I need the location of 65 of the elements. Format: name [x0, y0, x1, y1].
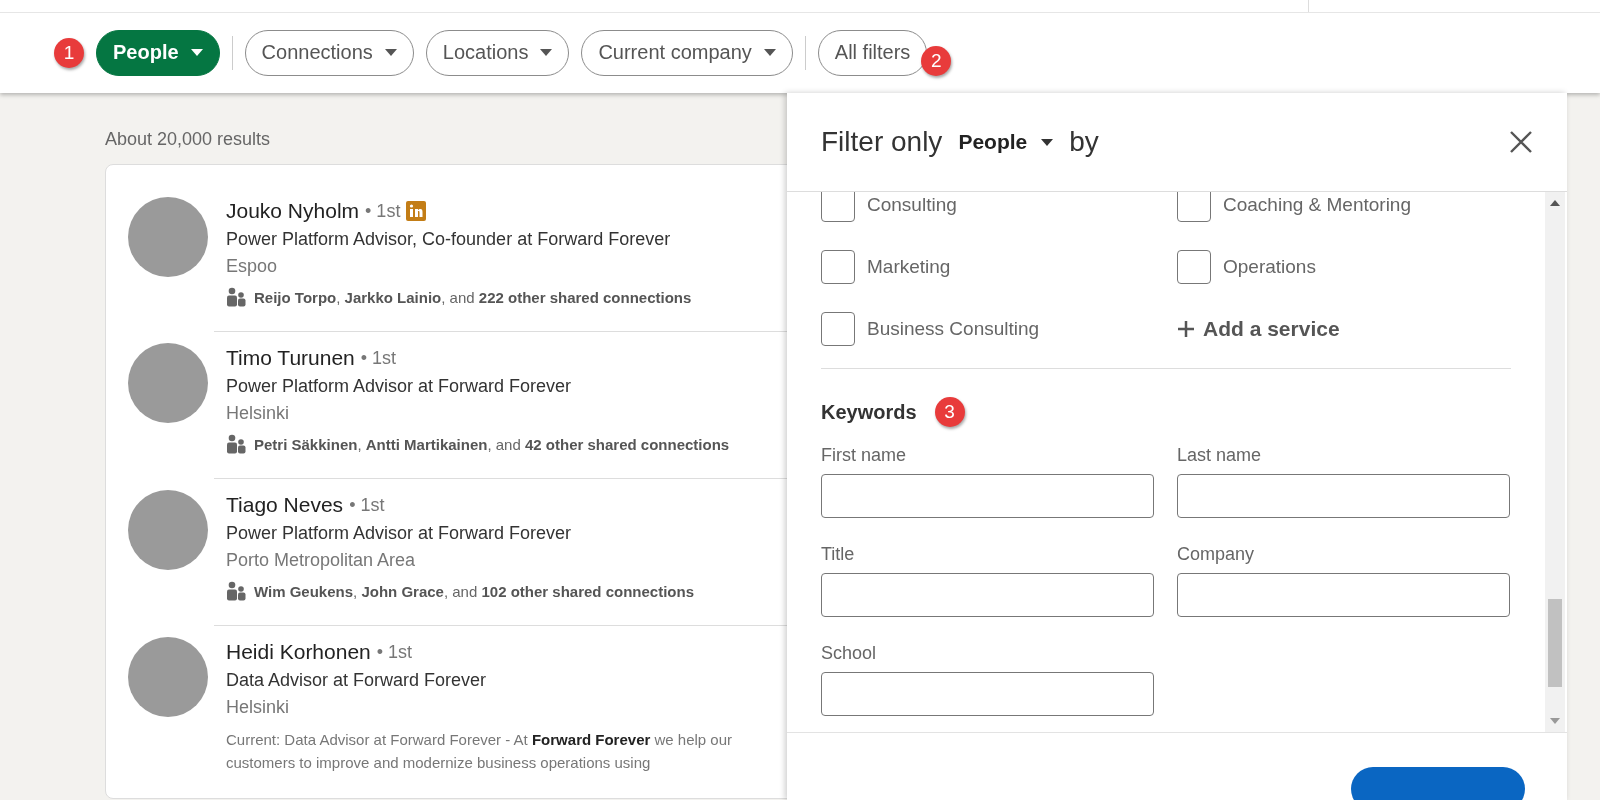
scrollbar-thumb[interactable]	[1548, 599, 1562, 687]
section-heading: Keywords	[821, 400, 917, 424]
type-dropdown[interactable]: People	[958, 130, 1054, 154]
connection-degree: • 1st	[349, 494, 385, 516]
checkbox[interactable]	[1177, 192, 1211, 222]
profile-snippet: Current: Data Advisor at Forward Forever - At Forward Forever we help our customers to improve and modernize business operations using	[226, 730, 734, 773]
results-count: About 20,000 results	[105, 129, 271, 150]
input-field[interactable]	[1177, 573, 1510, 617]
annotation-badge: 1	[54, 37, 84, 68]
person-name[interactable]: Timo Turunen	[226, 346, 355, 370]
person-name[interactable]: Tiago Neves	[226, 493, 344, 517]
checkbox-label: Coaching & Mentoring	[1223, 194, 1411, 216]
field-label: First name	[821, 445, 908, 466]
people-icon	[226, 287, 246, 307]
field-label: School	[821, 643, 878, 664]
input-field[interactable]	[1177, 474, 1510, 518]
person-location: Espoo	[226, 256, 278, 277]
filter-chip[interactable]: Locations	[425, 29, 570, 76]
filter-chip[interactable]: People	[96, 29, 220, 76]
primary-button[interactable]	[1351, 767, 1525, 800]
person-headline: Data Advisor at Forward Forever	[226, 670, 487, 691]
connection-degree: • 1st	[376, 641, 413, 663]
plus-icon	[1177, 320, 1195, 338]
person-name[interactable]: Heidi Korhonen	[226, 640, 371, 664]
panel-title: by	[1069, 126, 1099, 158]
checkbox-label: Business Consulting	[867, 318, 1040, 340]
people-icon	[226, 581, 246, 601]
scrollbar[interactable]	[1545, 192, 1565, 732]
person-headline: Power Platform Advisor, Co-founder at Forward Forever	[226, 229, 671, 250]
person-location: Porto Metropolitan Area	[226, 550, 416, 571]
person-location: Helsinki	[226, 697, 290, 718]
field-label: Company	[1177, 544, 1256, 565]
checkbox-label: Operations	[1223, 256, 1316, 278]
input-field[interactable]	[821, 474, 1154, 518]
annotation-badge: 3	[934, 397, 965, 427]
person-name[interactable]: Jouko Nyholm	[226, 199, 360, 223]
checkbox-label: Marketing	[867, 256, 951, 278]
shared-connections: Wim Geukens, John Grace, and 102 other shared connections	[254, 582, 695, 600]
scroll-up-icon[interactable]	[1550, 200, 1560, 206]
person-location: Helsinki	[226, 403, 290, 424]
filter-chip[interactable]: All filters	[817, 29, 928, 76]
people-icon	[226, 434, 246, 454]
field-label: Last name	[1177, 445, 1263, 466]
checkbox-label: Consulting	[867, 194, 957, 216]
input-field[interactable]	[821, 672, 1154, 716]
person-headline: Power Platform Advisor at Forward Forever	[226, 376, 572, 397]
annotation-badge: 2	[921, 45, 952, 76]
checkbox[interactable]	[821, 250, 855, 284]
person-headline: Power Platform Advisor at Forward Forever	[226, 523, 572, 544]
connection-degree: • 1st	[365, 200, 401, 222]
filter-chip[interactable]: Current company	[581, 29, 793, 76]
checkbox[interactable]	[821, 312, 855, 346]
field-label: Title	[821, 544, 856, 565]
close-icon[interactable]	[1509, 130, 1533, 154]
scroll-down-icon[interactable]	[1550, 718, 1560, 724]
input-field[interactable]	[821, 573, 1154, 617]
panel-title: Filter only	[821, 126, 943, 158]
shared-connections: Reijo Torpo, Jarkko Lainio, and 222 other shared connections	[254, 288, 692, 306]
checkbox[interactable]	[1177, 250, 1211, 284]
add-service-button[interactable]: Add a service	[1177, 312, 1511, 346]
caret-icon	[1041, 138, 1054, 146]
connection-degree: • 1st	[360, 347, 397, 369]
checkbox[interactable]	[821, 192, 855, 222]
shared-connections: Petri Säkkinen, Antti Martikainen, and 42 other shared connections	[254, 435, 730, 453]
filter-chip[interactable]: Connections	[244, 29, 414, 76]
